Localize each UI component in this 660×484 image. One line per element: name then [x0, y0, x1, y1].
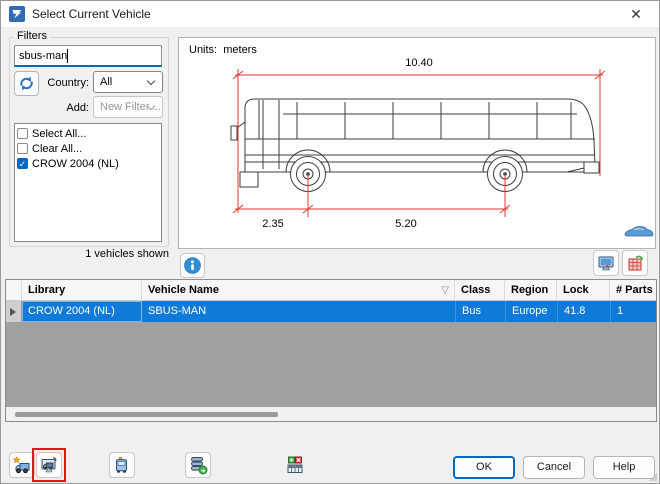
search-input[interactable]: [14, 45, 162, 67]
edit-columns-button[interactable]: [282, 452, 308, 478]
dim-overall-length: 10.40: [405, 57, 433, 69]
filters-group-label: Filters: [14, 30, 50, 42]
database-icon: [188, 455, 208, 475]
cell-library[interactable]: CROW 2004 (NL): [22, 301, 142, 322]
ok-button[interactable]: OK: [453, 456, 515, 479]
filter-item-label: Select All...: [32, 128, 86, 140]
vehicle-drawing: 10.40 2.35 5.20: [179, 38, 657, 250]
cell-lock[interactable]: 41.8: [557, 301, 610, 322]
filter-item-label: CROW 2004 (NL): [32, 158, 119, 170]
select-current-vehicle-dialog: Select Current Vehicle ✕ Filters Country…: [0, 0, 660, 484]
app-logo-icon: [9, 6, 25, 22]
add-filter-dropdown[interactable]: New Filter....: [93, 96, 163, 118]
cell-vehicle-name[interactable]: SBUS-MAN: [142, 301, 455, 322]
vehicle-table: Library Vehicle Name ▽ Class Region Lock…: [5, 279, 657, 422]
row-selector-cell[interactable]: [6, 301, 22, 322]
column-header-class[interactable]: Class: [455, 280, 505, 301]
monitor-vehicle-icon: [597, 254, 615, 272]
help-button[interactable]: Help: [593, 456, 655, 479]
vehicle-report-button[interactable]: [622, 250, 648, 276]
filter-list-item-crow-2004[interactable]: ✓ CROW 2004 (NL): [15, 156, 161, 171]
cell-parts[interactable]: 1: [610, 301, 656, 322]
column-header-vehicle-name[interactable]: Vehicle Name ▽: [142, 280, 455, 301]
table-row-selected[interactable]: CROW 2004 (NL) SBUS-MAN Bus Europe 41.8 …: [6, 301, 656, 322]
country-dropdown[interactable]: All: [93, 71, 163, 93]
annotation-highlight: [32, 448, 66, 482]
column-header-parts[interactable]: # Parts: [610, 280, 656, 301]
info-button[interactable]: [180, 253, 205, 278]
filter-list-item-select-all[interactable]: Select All...: [15, 126, 161, 141]
current-vehicle-button[interactable]: [109, 452, 135, 478]
text-caret: [67, 49, 68, 63]
refresh-button[interactable]: [14, 71, 39, 96]
country-value: All: [100, 76, 112, 88]
database-button[interactable]: [185, 452, 211, 478]
column-header-label: Vehicle Name: [148, 284, 219, 296]
close-icon[interactable]: ✕: [625, 4, 647, 24]
vehicle-icon: [112, 455, 132, 475]
info-icon: [184, 257, 201, 274]
filter-item-label: Clear All...: [32, 143, 82, 155]
report-table-icon: [626, 254, 644, 272]
dialog-title: Select Current Vehicle: [32, 7, 151, 21]
edit-columns-icon: [285, 455, 305, 475]
checkbox-unchecked-icon[interactable]: [17, 128, 28, 139]
refresh-icon: [18, 75, 35, 92]
country-label: Country:: [37, 77, 89, 89]
preview-display-button[interactable]: [593, 250, 619, 276]
dim-front-overhang: 2.35: [262, 218, 283, 230]
column-header-lock[interactable]: Lock: [557, 280, 610, 301]
checkbox-checked-icon[interactable]: ✓: [17, 158, 28, 169]
horizontal-scrollbar[interactable]: [6, 407, 656, 421]
sort-indicator-icon[interactable]: ▽: [441, 280, 449, 301]
filter-list-item-clear-all[interactable]: Clear All...: [15, 141, 161, 156]
checkbox-unchecked-icon[interactable]: [17, 143, 28, 154]
title-bar: Select Current Vehicle ✕: [1, 1, 660, 27]
new-vehicle-icon: [12, 455, 32, 475]
chevron-down-icon: [147, 77, 155, 85]
table-corner-cell: [6, 280, 22, 301]
car-3d-view-icon: [625, 227, 653, 237]
filter-list: Select All... Clear All... ✓ CROW 2004 (…: [14, 123, 162, 242]
cell-class[interactable]: Bus: [455, 301, 505, 322]
cancel-button[interactable]: Cancel: [523, 456, 585, 479]
column-header-region[interactable]: Region: [505, 280, 557, 301]
column-header-library[interactable]: Library: [22, 280, 142, 301]
horizontal-scrollbar-thumb[interactable]: [15, 412, 278, 417]
vehicle-preview-panel: Units: meters: [178, 37, 656, 249]
add-label: Add:: [37, 102, 89, 114]
vehicle-count-text: 1 vehicles shown: [9, 248, 169, 260]
dim-wheelbase: 5.20: [395, 218, 416, 230]
table-header-row: Library Vehicle Name ▽ Class Region Lock…: [6, 280, 656, 301]
resize-grip[interactable]: [649, 473, 657, 481]
cell-region[interactable]: Europe: [505, 301, 557, 322]
